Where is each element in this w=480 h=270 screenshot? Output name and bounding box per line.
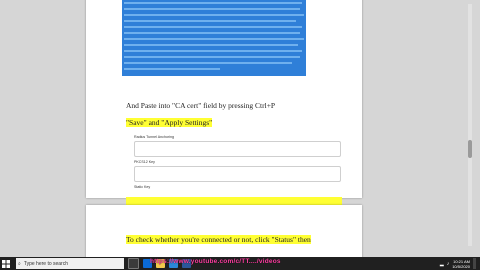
show-desktop-button[interactable] [473,258,476,269]
clock[interactable]: 10:21 AM 10/5/2020 [452,259,470,269]
search-icon: ⌕ [18,260,21,267]
clock-time: 10:21 AM [453,258,470,264]
windows-logo-icon [2,259,10,268]
pkcs12-key-label: PKCS12 Key [134,160,155,164]
document-viewer[interactable]: And Paste into "CA cert" field by pressi… [0,0,480,257]
system-tray: ▂ ♪ 10:21 AM 10/5/2020 [440,257,476,270]
save-instruction: "Save" and "Apply Settings" [126,118,213,127]
network-icon[interactable]: ▂ [440,261,444,267]
channel-url-watermark: https://www.youtube.com/c/TT..../videos [150,258,281,265]
save-apply-highlight: "Save" and "Apply Settings" [126,118,213,127]
scrollbar-thumb[interactable] [468,140,472,158]
search-placeholder: Type here to search [23,260,69,267]
document-page: And Paste into "CA cert" field by pressi… [86,0,362,205]
task-view-icon[interactable] [128,258,139,269]
taskbar-search-box[interactable]: ⌕ Type here to search [16,258,124,269]
document-page-2: To check whether you're connected or not… [86,205,362,257]
vertical-scrollbar[interactable] [468,4,472,246]
volume-icon[interactable]: ♪ [447,261,450,267]
static-key-label: Static Key [134,185,151,189]
pkcs12-key-input[interactable] [134,166,341,182]
radius-tunnel-input[interactable] [134,141,341,157]
status-instruction: To check whether you're connected or not… [126,235,311,244]
highlighted-field [126,197,342,205]
selected-certificate-text[interactable] [122,0,306,76]
radius-tunnel-label: Radius Tunnel Anchoring [134,135,174,139]
status-instruction-text: To check whether you're connected or not… [126,235,311,244]
paste-instruction: And Paste into "CA cert" field by pressi… [126,101,276,110]
start-button[interactable] [0,257,12,270]
clock-date: 10/5/2020 [452,263,470,269]
